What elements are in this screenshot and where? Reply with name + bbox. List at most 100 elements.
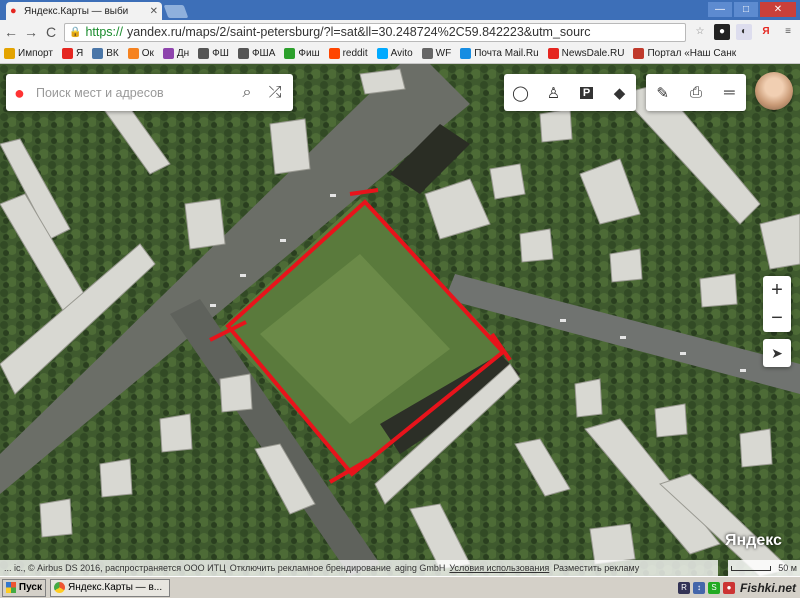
browser-tab[interactable]: ● Яндекс.Карты — выби ✕	[6, 2, 162, 20]
bookmark-favicon-icon	[328, 48, 340, 59]
bookmark-item[interactable]: ФША	[237, 48, 276, 59]
ruler-icon[interactable]: ✎	[646, 74, 679, 111]
bookmark-label: ФША	[251, 48, 276, 59]
browser-titlebar: ● Яндекс.Карты — выби ✕ — □ ✕	[0, 0, 800, 20]
bookmark-item[interactable]: NewsDale.RU	[547, 48, 625, 59]
extension-icon[interactable]: ◐	[736, 24, 752, 40]
bookmark-item[interactable]: WF	[421, 48, 452, 59]
layers-icon[interactable]: ◆	[603, 74, 636, 111]
bookmark-label: Почта Mail.Ru	[474, 48, 539, 59]
system-tray: R ↕ S ● Fishki.net	[677, 580, 798, 595]
bookmark-favicon-icon	[460, 48, 472, 59]
back-button[interactable]: ←	[4, 24, 18, 40]
menu-icon[interactable]: ═	[713, 74, 746, 111]
disable-ads-link[interactable]: Отключить рекламное брендирование	[230, 563, 391, 573]
geolocation-icon[interactable]: ➤	[763, 339, 791, 367]
bookmark-label: NewsDale.RU	[561, 48, 625, 59]
bookmark-item[interactable]: Почта Mail.Ru	[460, 48, 539, 59]
scale-label: 50 м	[778, 563, 797, 573]
tray-antivirus-icon[interactable]: ●	[722, 581, 735, 594]
map-layer-tools: ◯ ♙ P ◆	[504, 74, 636, 111]
map-extra-tools: ✎ ⎙ ═	[646, 74, 746, 111]
close-window-button[interactable]: ✕	[760, 2, 796, 17]
bookmark-item[interactable]: reddit	[328, 48, 368, 59]
map-view[interactable]: ● ⌕ ⤮ ◯ ♙ P ◆ ✎ ⎙ ═ + − ➤ Яндекс ... іс.…	[0, 64, 800, 576]
tray-app-icon[interactable]: R	[677, 581, 690, 594]
bookmark-favicon-icon	[547, 48, 559, 59]
bookmark-item[interactable]: Фиш	[284, 48, 320, 59]
bookmark-label: Дн	[176, 48, 190, 59]
zoom-out-button[interactable]: −	[763, 304, 791, 332]
url-text: yandex.ru/maps/2/saint-petersburg/?l=sat…	[126, 25, 591, 39]
zoom-in-button[interactable]: +	[763, 276, 791, 304]
map-scale: 50 м	[728, 560, 800, 576]
bookmark-favicon-icon	[61, 48, 73, 59]
tab-title: Яндекс.Карты — выби	[24, 5, 129, 17]
bookmark-item[interactable]: Портал «Наш Санк	[633, 48, 736, 59]
forward-button[interactable]: →	[24, 24, 38, 40]
maximize-button[interactable]: □	[734, 2, 758, 17]
bookmark-favicon-icon	[284, 48, 296, 59]
yandex-maps-favicon-icon: ●	[10, 5, 17, 17]
tab-close-icon[interactable]: ✕	[150, 6, 158, 17]
taskbar-item-label: Яндекс.Карты — в...	[68, 582, 163, 593]
fishki-watermark: Fishki.net	[739, 580, 796, 595]
bookmark-favicon-icon	[421, 48, 433, 59]
screen: ● Яндекс.Карты — выби ✕ — □ ✕ ← → C 🔒 ht…	[0, 0, 800, 598]
bookmark-item[interactable]: Я	[61, 48, 84, 59]
bookmark-item[interactable]: Ок	[127, 48, 154, 59]
print-icon[interactable]: ⎙	[679, 74, 712, 111]
tray-network-icon[interactable]: ↕	[692, 581, 705, 594]
windows-logo-icon	[6, 582, 16, 593]
window-controls: — □ ✕	[708, 2, 796, 17]
lock-icon: 🔒	[69, 26, 82, 38]
yandex-extension-icon[interactable]: Я	[758, 24, 774, 40]
scale-bar	[731, 565, 771, 571]
os-taskbar: Пуск Яндекс.Карты — в... R ↕ S ● Fishki.…	[0, 576, 800, 598]
browser-toolbar: ← → C 🔒 https://yandex.ru/maps/2/saint-p…	[0, 20, 800, 44]
bookmark-item[interactable]: ФШ	[198, 48, 229, 59]
bookmark-favicon-icon	[92, 48, 104, 59]
search-icon[interactable]: ⌕	[237, 84, 257, 102]
bookmark-label: ВК	[106, 48, 119, 59]
start-label: Пуск	[18, 582, 42, 593]
bookmark-item[interactable]: ВК	[92, 48, 119, 59]
satellite-imagery	[0, 64, 800, 576]
parking-icon[interactable]: P	[570, 74, 603, 111]
advertise-link[interactable]: Разместить рекламу	[553, 563, 639, 573]
bookmark-label: WF	[435, 48, 452, 59]
bookmark-favicon-icon	[237, 48, 249, 59]
start-button[interactable]: Пуск	[2, 578, 46, 597]
url-scheme: https://	[85, 25, 123, 39]
bookmark-favicon-icon	[127, 48, 139, 59]
bookmark-label: Я	[75, 48, 84, 59]
terms-link[interactable]: Условия использования	[449, 563, 549, 573]
bookmark-label: Импорт	[18, 48, 53, 59]
bookmark-label: reddit	[342, 48, 368, 59]
bookmark-label: Портал «Наш Санк	[647, 48, 737, 59]
bookmark-favicon-icon	[376, 48, 388, 59]
tray-skype-icon[interactable]: S	[707, 581, 720, 594]
menu-icon[interactable]: ≡	[780, 24, 796, 40]
attribution-company: aging GmbH	[394, 563, 446, 573]
address-bar[interactable]: 🔒 https://yandex.ru/maps/2/saint-petersb…	[64, 22, 686, 42]
bookmark-favicon-icon	[162, 48, 174, 59]
bookmark-item[interactable]: Дн	[162, 48, 190, 59]
route-icon[interactable]: ⤮	[265, 84, 285, 102]
yandex-maps-logo-icon: ●	[14, 82, 25, 103]
extension-icon[interactable]: ●	[714, 24, 730, 40]
taskbar-item-chrome[interactable]: Яндекс.Карты — в...	[50, 578, 170, 597]
minimize-button[interactable]: —	[708, 2, 732, 17]
traffic-icon[interactable]: ◯	[504, 74, 537, 111]
bookmark-item[interactable]: Импорт	[4, 48, 53, 59]
bookmark-favicon-icon	[4, 48, 15, 59]
star-icon[interactable]: ☆	[692, 24, 708, 40]
bookmarks-bar: Импорт Я ВК Ок Дн ФШ ФША Фиш reddit Avito WF Почта …	[0, 44, 800, 64]
bookmark-item[interactable]: Avito	[376, 48, 413, 59]
user-avatar[interactable]	[755, 72, 793, 110]
new-tab-button[interactable]	[163, 5, 189, 18]
search-input[interactable]	[36, 85, 229, 100]
panorama-icon[interactable]: ♙	[537, 74, 570, 111]
attribution-text: ... іс., © Airbus DS 2016, распространяе…	[4, 563, 226, 573]
reload-button[interactable]: C	[44, 24, 58, 40]
